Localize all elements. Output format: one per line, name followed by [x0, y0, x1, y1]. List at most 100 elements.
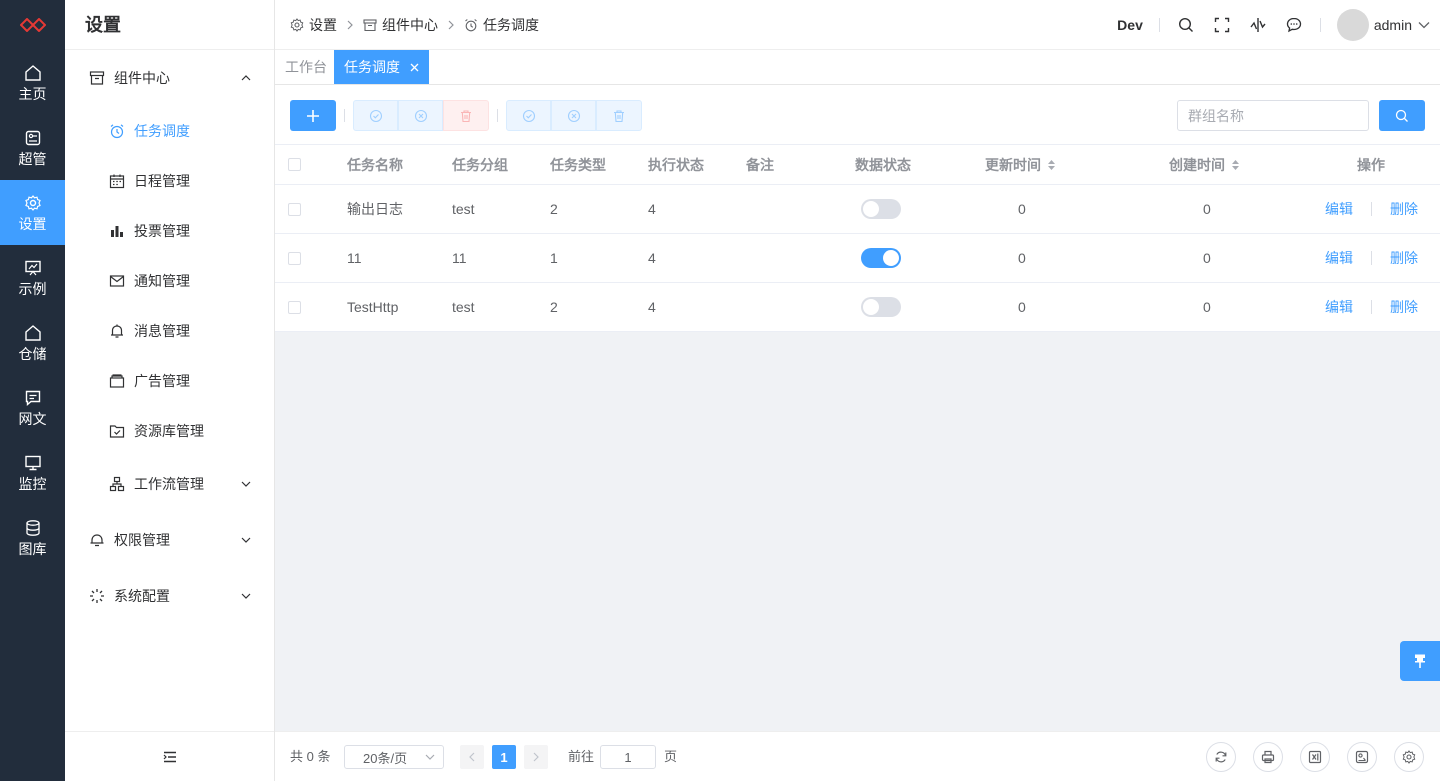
edit-link[interactable]: 编辑: [1325, 199, 1353, 219]
rail-item-warehouse[interactable]: 仓储: [0, 310, 65, 375]
sidebar-item-messages[interactable]: 消息管理: [65, 306, 274, 356]
sidebar-item-resources[interactable]: 资源库管理: [65, 406, 274, 456]
fullscreen-icon: [1214, 17, 1230, 33]
data-status-switch[interactable]: [861, 199, 901, 219]
chat-button[interactable]: [1276, 0, 1312, 50]
breadcrumb-item-components[interactable]: 组件中心: [363, 15, 438, 35]
export-excel-button[interactable]: [1300, 742, 1330, 772]
breadcrumb-item-settings[interactable]: 设置: [290, 15, 337, 35]
app-logo[interactable]: [0, 0, 65, 50]
batch-delete-button[interactable]: [596, 100, 642, 131]
archive-icon: [363, 19, 377, 32]
cell-created-time: 0: [1203, 250, 1211, 266]
chevron-down-icon: [241, 593, 251, 599]
header-divider: [1319, 18, 1321, 32]
user-name[interactable]: admin: [1374, 17, 1412, 33]
row-checkbox[interactable]: [288, 185, 301, 233]
page-number-current[interactable]: 1: [492, 745, 516, 769]
floating-tool-button[interactable]: [1400, 641, 1440, 681]
add-button[interactable]: [290, 100, 336, 131]
disable-button[interactable]: [398, 100, 443, 131]
data-status-switch[interactable]: [861, 248, 901, 268]
sidebar-title: 设置: [65, 0, 274, 50]
row-checkbox[interactable]: [288, 283, 301, 331]
delete-button[interactable]: [443, 100, 489, 131]
row-checkbox[interactable]: [288, 234, 301, 282]
rail-item-admin[interactable]: 超管: [0, 115, 65, 180]
sidebar-item-schedule[interactable]: 日程管理: [65, 156, 274, 206]
batch-enable-button[interactable]: [506, 100, 551, 131]
close-icon[interactable]: [410, 63, 419, 72]
sort-icon[interactable]: [1047, 159, 1056, 171]
alarm-clock-icon: [465, 19, 477, 32]
sidebar-item-voting[interactable]: 投票管理: [65, 206, 274, 256]
chevron-down-icon: [241, 537, 251, 543]
edit-link[interactable]: 编辑: [1325, 297, 1353, 317]
breadcrumb-item-task-scheduling[interactable]: 任务调度: [464, 15, 539, 35]
avatar[interactable]: [1336, 9, 1369, 41]
breadcrumb-separator-icon: [447, 19, 455, 31]
workflow-icon: [109, 476, 125, 492]
data-status-switch[interactable]: [861, 297, 901, 317]
breadcrumb-label: 设置: [309, 17, 337, 33]
check-circle-icon: [522, 109, 535, 122]
chevron-down-icon[interactable]: [1418, 21, 1430, 29]
sidebar-item-label: 工作流管理: [134, 476, 204, 492]
env-label[interactable]: Dev: [1117, 17, 1143, 33]
group-name-search-input[interactable]: [1177, 100, 1369, 131]
sidebar-item-notifications[interactable]: 通知管理: [65, 256, 274, 306]
menu-group-components[interactable]: 组件中心: [65, 50, 274, 106]
collapse-sidebar-button[interactable]: [65, 731, 274, 781]
font-size-button[interactable]: [1240, 0, 1276, 50]
delete-link[interactable]: 删除: [1390, 248, 1418, 268]
sidebar-item-ads[interactable]: 广告管理: [65, 356, 274, 406]
sidebar-item-workflow[interactable]: 工作流管理: [65, 456, 274, 512]
sidebar-item-label: 日程管理: [134, 173, 190, 189]
batch-disable-button[interactable]: [551, 100, 596, 131]
cell-task-type: 2: [550, 201, 558, 217]
settings-sidebar: 设置 组件中心 任务调度 日程管理 投票管理 通知管理 消息管理 广告管理 资源…: [65, 0, 275, 781]
refresh-button[interactable]: [1206, 742, 1236, 772]
fullscreen-button[interactable]: [1204, 0, 1240, 50]
edit-link[interactable]: 编辑: [1325, 248, 1353, 268]
rail-item-gallery[interactable]: 图库: [0, 505, 65, 570]
rail-item-monitor[interactable]: 监控: [0, 440, 65, 505]
app-rail: 主页 超管 设置 示例 仓储 网文 监控 图库: [0, 0, 65, 781]
page-size-value: 20条/页: [363, 750, 408, 766]
page-size-select[interactable]: 20条/页: [344, 745, 444, 769]
col-updated-time[interactable]: 更新时间: [985, 145, 1056, 184]
enable-button[interactable]: [353, 100, 398, 131]
cell-actions: 编辑 删除: [1325, 234, 1418, 282]
sidebar-item-task-scheduling[interactable]: 任务调度: [65, 106, 274, 156]
rail-item-articles[interactable]: 网文: [0, 375, 65, 440]
cell-task-name: 11: [347, 250, 362, 266]
rail-item-home[interactable]: 主页: [0, 50, 65, 115]
rail-item-examples[interactable]: 示例: [0, 245, 65, 310]
export-image-button[interactable]: [1347, 742, 1377, 772]
table-settings-button[interactable]: [1394, 742, 1424, 772]
delete-link[interactable]: 删除: [1390, 199, 1418, 219]
menu-group-label: 系统配置: [114, 588, 170, 604]
printer-icon: [1261, 750, 1275, 764]
goto-page-input[interactable]: [600, 745, 656, 769]
select-all-checkbox[interactable]: [288, 145, 301, 184]
prev-page-button[interactable]: [460, 745, 484, 769]
task-table: 任务名称 任务分组 任务类型 执行状态 备注 数据状态 更新时间 创建时间 操作…: [275, 145, 1440, 332]
gear-icon: [290, 18, 304, 32]
text-size-icon: [1250, 18, 1266, 32]
action-divider: [1371, 300, 1372, 314]
tab-task-scheduling[interactable]: 任务调度: [334, 50, 429, 84]
rail-item-label: 设置: [18, 215, 47, 232]
search-submit-button[interactable]: [1379, 100, 1425, 131]
delete-link[interactable]: 删除: [1390, 297, 1418, 317]
search-button[interactable]: [1168, 0, 1204, 50]
rail-item-settings[interactable]: 设置: [0, 180, 65, 245]
next-page-button[interactable]: [524, 745, 548, 769]
sort-icon[interactable]: [1231, 159, 1240, 171]
menu-group-system[interactable]: 系统配置: [65, 568, 274, 624]
tab-workbench[interactable]: 工作台: [275, 50, 337, 84]
table-row: TestHttp test 2 4 0 0 编辑 删除: [275, 283, 1440, 332]
col-created-time[interactable]: 创建时间: [1169, 145, 1240, 184]
menu-group-permissions[interactable]: 权限管理: [65, 512, 274, 568]
print-button[interactable]: [1253, 742, 1283, 772]
